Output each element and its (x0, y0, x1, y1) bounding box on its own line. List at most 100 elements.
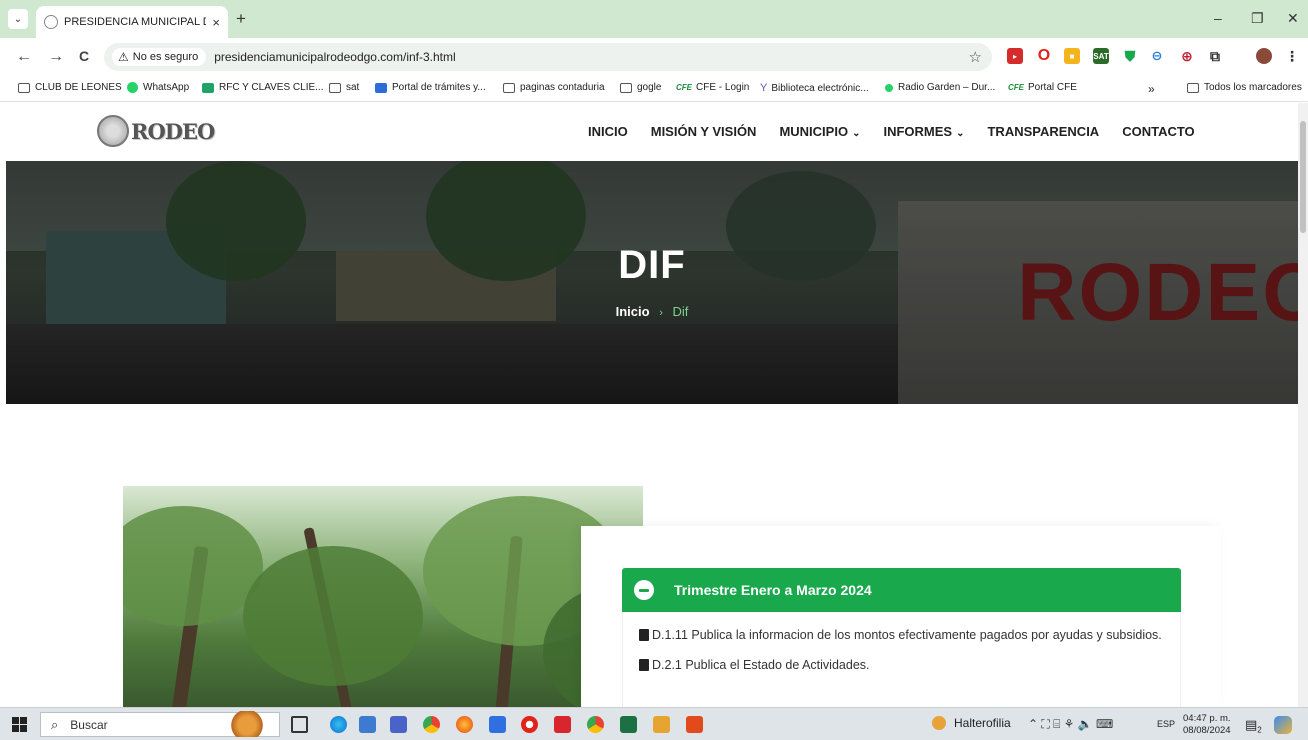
radio-garden-icon (885, 83, 893, 92)
folder-icon (18, 82, 30, 93)
accordion-header[interactable]: Trimestre Enero a Marzo 2024 (622, 568, 1181, 612)
store-icon[interactable] (390, 716, 407, 733)
opera-icon[interactable] (521, 716, 538, 733)
security-label: No es seguro (132, 51, 199, 63)
extension-yellow-icon[interactable]: ■ (1064, 48, 1080, 64)
browser-tab-bar: ⌄ PRESIDENCIA MUNICIPAL DE R × + – ❐ ✕ (0, 0, 1308, 38)
chrome-icon[interactable] (587, 716, 604, 733)
whatsapp-icon (127, 82, 138, 93)
browser-menu-icon[interactable]: ⋮ (1284, 48, 1300, 64)
copilot-icon[interactable] (1274, 716, 1292, 734)
app-blue-icon[interactable] (359, 716, 376, 733)
extension-blue-icon[interactable]: ⊖ (1149, 48, 1165, 64)
search-icon: ⌕ (51, 716, 59, 732)
weather-label: Halterofilia (954, 716, 1011, 730)
restore-button[interactable]: ❐ (1251, 10, 1264, 27)
nav-transparencia[interactable]: TRANSPARENCIA (987, 124, 1099, 139)
nav-municipio[interactable]: MUNICIPIO ⌄ (779, 124, 860, 139)
sat-extension-icon[interactable]: SAT (1093, 48, 1109, 64)
forward-button[interactable]: → (48, 48, 64, 66)
page-viewport: RODEO INICIO MISIÓN Y VISIÓN MUNICIPIO ⌄ … (0, 103, 1298, 707)
taskbar-clock[interactable]: 04:47 p. m. 08/08/2024 (1183, 713, 1231, 737)
dropbox-icon[interactable] (489, 716, 506, 733)
profile-avatar[interactable] (1256, 48, 1272, 64)
tab-close-icon[interactable]: × (212, 15, 220, 30)
bookmark-sat[interactable]: sat (329, 82, 359, 93)
weather-icon (932, 716, 946, 730)
bookmark-all-bookmarks[interactable]: Todos los marcadores (1187, 82, 1302, 93)
document-link[interactable]: D.2.1 Publica el Estado de Actividades. (639, 654, 1164, 676)
accordion-body: D.1.11 Publica la informacion de los mon… (622, 612, 1181, 707)
bookmark-star-icon[interactable]: ☆ (969, 48, 982, 66)
folder-icon (329, 82, 341, 93)
app-orange-icon[interactable] (686, 716, 703, 733)
browser-tab[interactable]: PRESIDENCIA MUNICIPAL DE R × (36, 6, 228, 38)
system-tray-icons[interactable]: ⌃ ⛶ ⌸ ⚘ 🔈 ⌨ (1028, 717, 1113, 732)
nav-inicio[interactable]: INICIO (588, 124, 628, 139)
bookmark-cfe-login[interactable]: CFE CFE - Login (676, 82, 749, 93)
tab-list-button[interactable]: ⌄ (8, 9, 28, 29)
nav-mision-vision[interactable]: MISIÓN Y VISIÓN (651, 124, 757, 139)
page-scrollbar[interactable] (1298, 103, 1308, 707)
url-text[interactable]: presidenciamunicipalrodeodgo.com/inf-3.h… (214, 50, 455, 64)
shield-icon[interactable]: ⛊ (1122, 48, 1138, 64)
chevron-down-icon: ⌄ (13, 13, 23, 25)
windows-start-icon[interactable] (12, 717, 27, 732)
bookmarks-overflow-button[interactable]: » (1148, 82, 1155, 96)
address-bar[interactable]: ⚠ No es seguro presidenciamunicipalrodeo… (104, 43, 992, 71)
excel-icon[interactable] (620, 716, 637, 733)
site-header: RODEO INICIO MISIÓN Y VISIÓN MUNICIPIO ⌄ … (0, 103, 1298, 161)
bookmark-gogle[interactable]: gogle (620, 82, 661, 93)
bookmark-rfc-claves[interactable]: RFC Y CLAVES CLIE... (202, 82, 323, 93)
folder-icon (503, 82, 515, 93)
notification-count: 2 (1257, 725, 1262, 735)
acrobat-icon[interactable] (554, 716, 571, 733)
bookmark-paginas-contaduria[interactable]: paginas contaduria (503, 82, 605, 93)
windows-taskbar: ⌕ Buscar Halterofilia ⌃ ⛶ ⌸ ⚘ 🔈 ⌨ ESP 04… (0, 707, 1308, 740)
file-explorer-icon[interactable] (653, 716, 670, 733)
language-indicator[interactable]: ESP (1157, 719, 1175, 729)
collapse-minus-icon[interactable] (634, 580, 654, 600)
notification-icon[interactable]: ▤2 (1245, 717, 1262, 735)
extensions-puzzle-icon[interactable]: ⧉ (1207, 48, 1223, 64)
reload-button[interactable]: C (79, 48, 89, 64)
municipal-seal-icon (97, 115, 129, 147)
firefox-icon[interactable] (456, 716, 473, 733)
sheets-icon (202, 82, 214, 93)
bookmark-radio-garden[interactable]: Radio Garden – Dur... (885, 82, 995, 93)
extension-red-icon[interactable]: ▸ (1007, 48, 1023, 64)
browser-toolbar: ← → C ⚠ No es seguro presidenciamunicipa… (0, 38, 1308, 76)
opera-icon[interactable]: O (1036, 47, 1052, 64)
bookmark-portal-cfe[interactable]: CFE Portal CFE (1008, 82, 1077, 93)
nav-contacto[interactable]: CONTACTO (1122, 124, 1194, 139)
accordion-title: Trimestre Enero a Marzo 2024 (674, 582, 872, 598)
back-button[interactable]: ← (16, 48, 32, 66)
close-window-button[interactable]: ✕ (1287, 10, 1299, 27)
task-view-icon[interactable] (291, 716, 308, 733)
cfe-icon: CFE (676, 83, 692, 92)
hero-banner: RODEO DIF Inicio › Dif (6, 161, 1298, 404)
chrome-icon[interactable] (423, 716, 440, 733)
new-tab-button[interactable]: + (236, 9, 246, 29)
bookmark-club-de-leones[interactable]: CLUB DE LEONES (18, 82, 122, 93)
minimize-button[interactable]: – (1214, 10, 1222, 26)
extension-globe-icon[interactable]: ⊕ (1179, 48, 1195, 64)
security-indicator[interactable]: ⚠ No es seguro (112, 48, 207, 66)
site-logo[interactable]: RODEO (97, 114, 215, 148)
nav-informes[interactable]: INFORMES ⌄ (883, 124, 964, 139)
pdf-file-icon (639, 629, 649, 641)
bookmark-portal-tramites[interactable]: Portal de trámites y... (375, 82, 486, 93)
document-link[interactable]: D.1.11 Publica la informacion de los mon… (639, 624, 1164, 646)
breadcrumb: Inicio › Dif (6, 304, 1298, 319)
pdf-file-icon (639, 659, 649, 671)
page-title: DIF (618, 243, 686, 287)
weather-widget[interactable]: Halterofilia (932, 716, 1011, 730)
dropbox-icon (375, 82, 387, 93)
bookmark-whatsapp[interactable]: WhatsApp (127, 82, 189, 93)
forest-photo (123, 486, 643, 707)
edge-icon[interactable] (330, 716, 347, 733)
scrollbar-thumb[interactable] (1300, 121, 1306, 233)
bookmark-biblioteca[interactable]: Y Biblioteca electrónic... (760, 82, 869, 94)
breadcrumb-home-link[interactable]: Inicio (616, 304, 650, 319)
search-highlight-cat-icon[interactable] (230, 711, 264, 737)
